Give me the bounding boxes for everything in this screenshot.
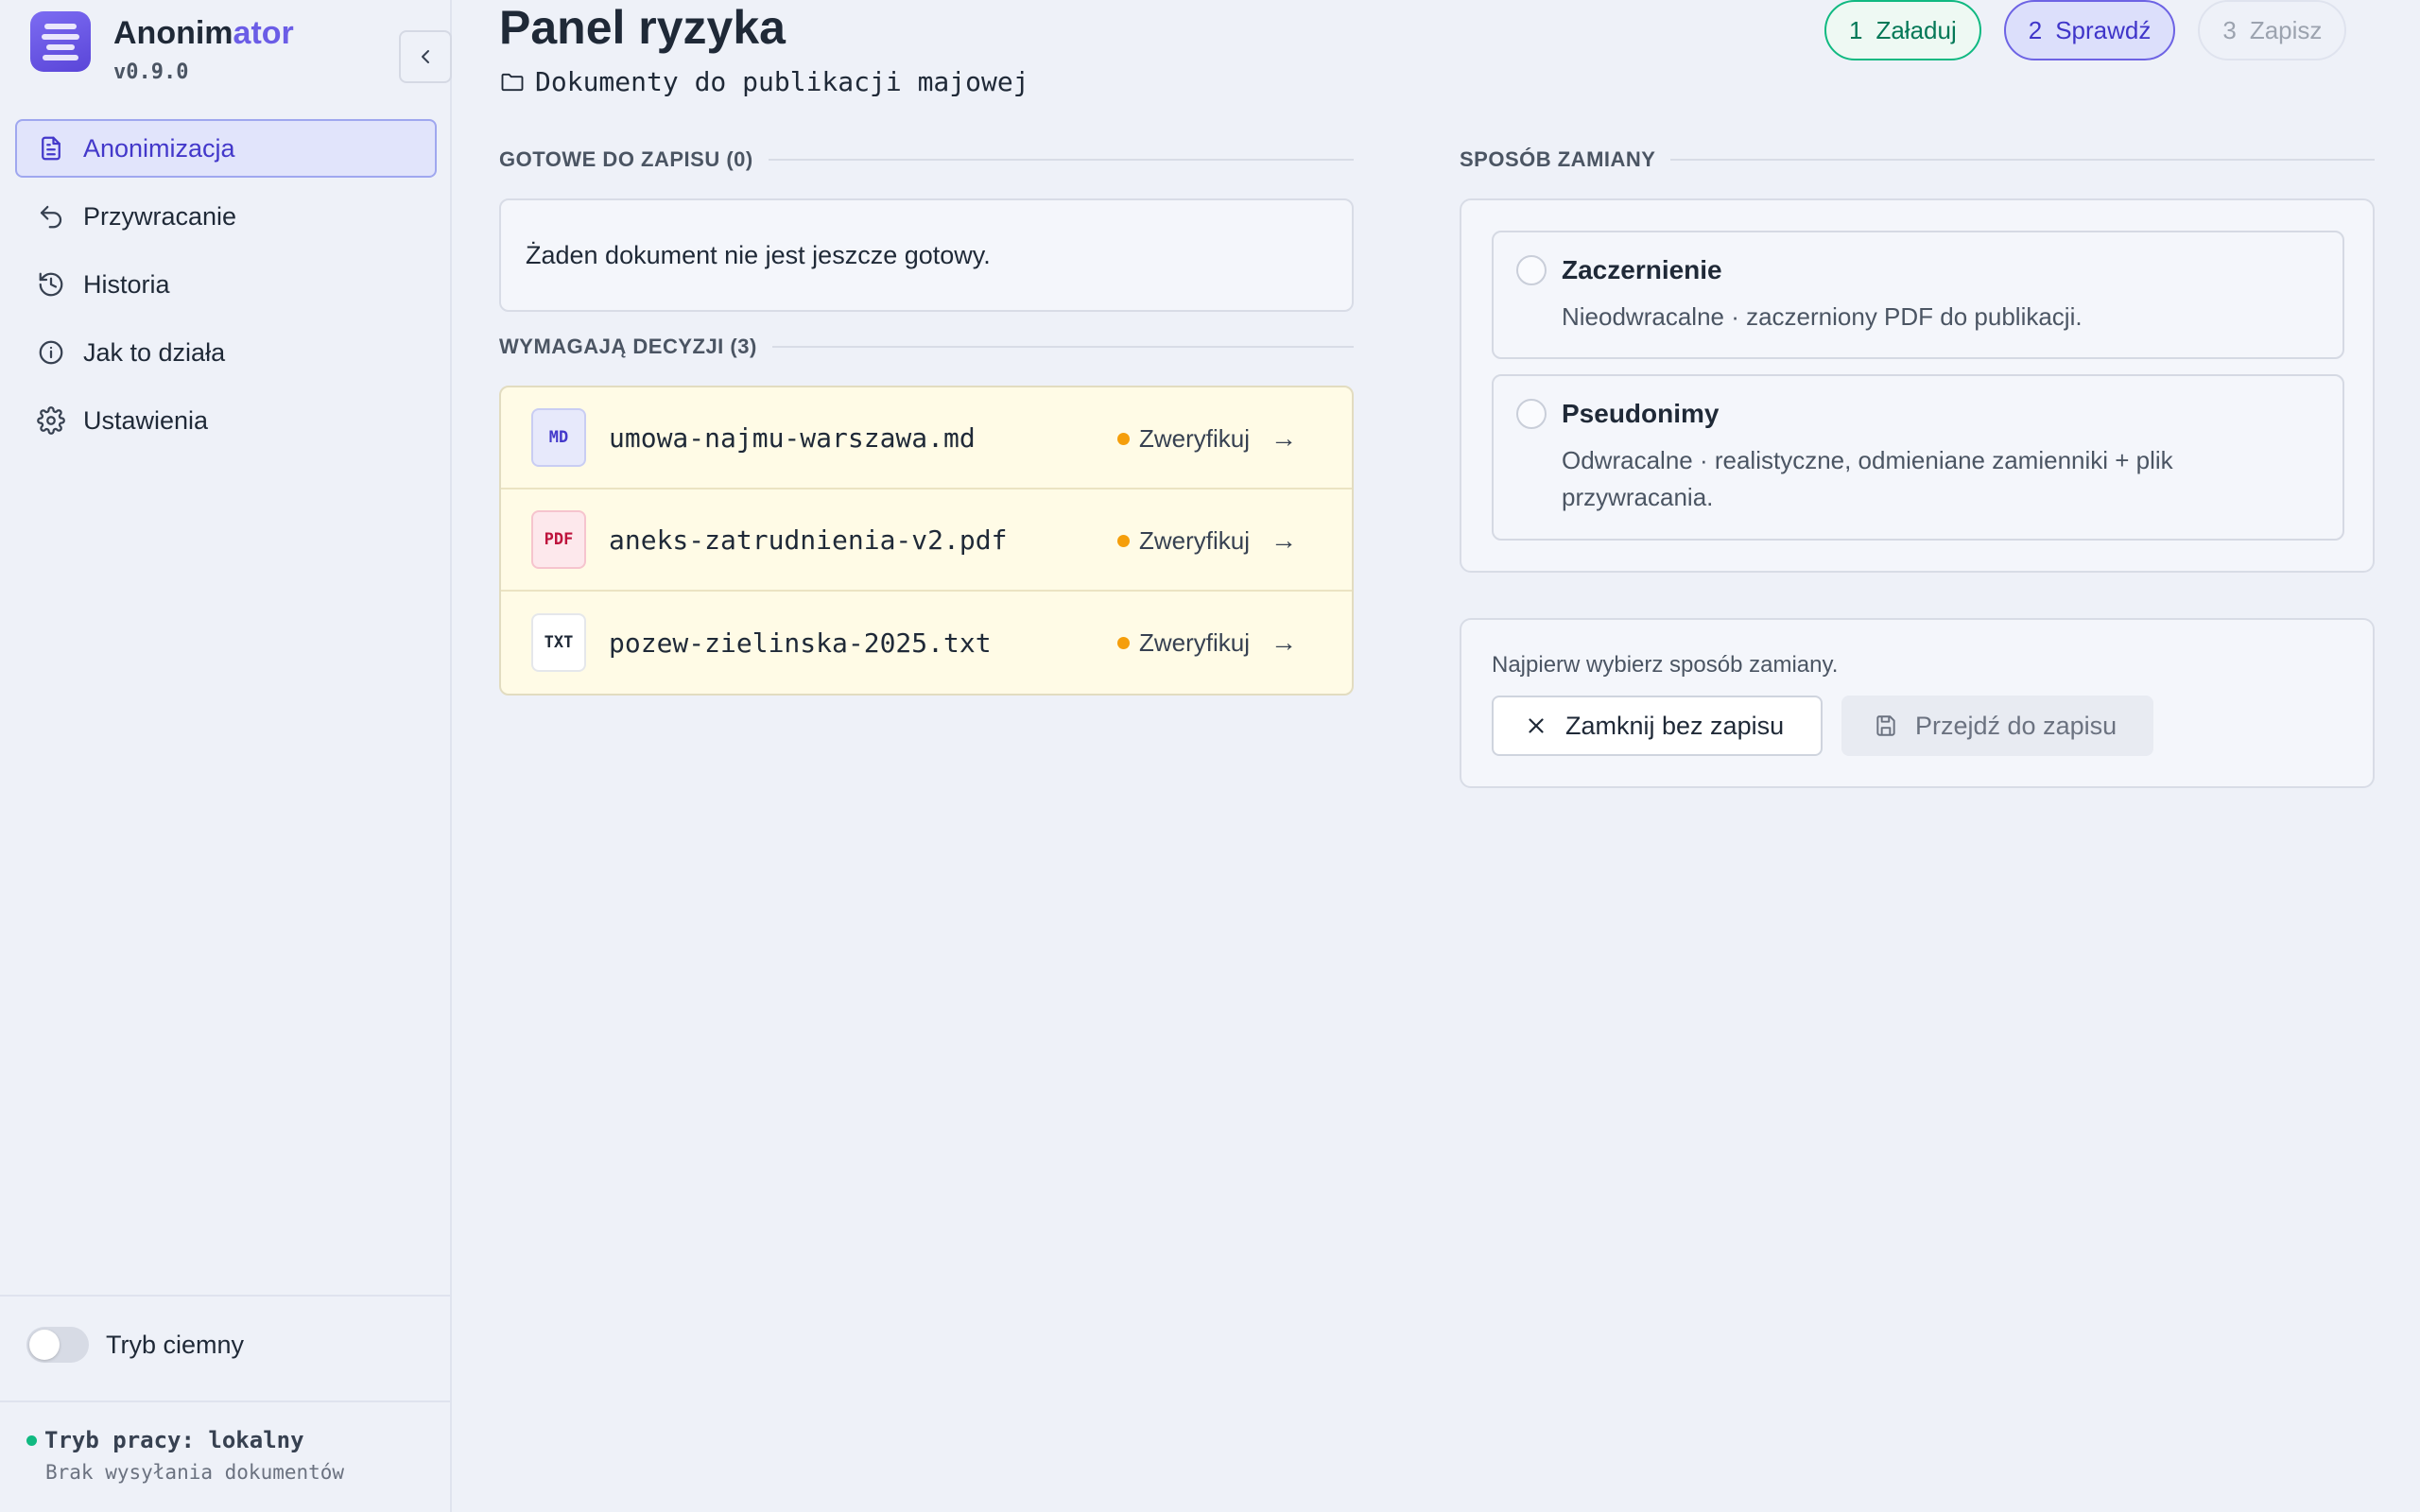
main-nav: Anonimizacja Przywracanie Historia Jak t… bbox=[15, 119, 437, 459]
sidebar-item-label: Przywracanie bbox=[83, 201, 237, 231]
button-label: Zamknij bez zapisu bbox=[1565, 711, 1785, 740]
folder-icon bbox=[501, 73, 524, 91]
info-icon bbox=[36, 337, 66, 368]
status-dot-icon bbox=[26, 1435, 37, 1446]
document-row[interactable]: TXT pozew-zielinska-2025.txt Zweryfikuj … bbox=[501, 592, 1352, 694]
step-save[interactable]: 3 Zapisz bbox=[2198, 0, 2347, 60]
chevron-left-icon bbox=[422, 50, 429, 63]
divider bbox=[0, 1400, 452, 1402]
app-logo-icon bbox=[30, 11, 91, 72]
empty-message: Żaden dokument nie jest jeszcze gotowy. bbox=[526, 240, 991, 269]
ready-empty-state: Żaden dokument nie jest jeszcze gotowy. bbox=[499, 198, 1354, 312]
step-label: Załaduj bbox=[1876, 15, 1957, 44]
pending-heading-label: WYMAGAJĄ DECYZJI (3) bbox=[499, 335, 757, 358]
dark-mode-label: Tryb ciemny bbox=[106, 1330, 245, 1359]
page-title: Panel ryzyka bbox=[499, 1, 786, 54]
warning-dot-icon bbox=[1117, 432, 1130, 445]
stepper: 1 Załaduj 2 Sprawdź 3 Zapisz bbox=[1824, 0, 2347, 60]
document-name: aneks-zatrudnienia-v2.pdf bbox=[609, 524, 1008, 556]
sidebar-item-label: Historia bbox=[83, 269, 170, 299]
step-number: 2 bbox=[2028, 15, 2043, 44]
document-name: umowa-najmu-warszawa.md bbox=[609, 421, 976, 454]
option-title: Pseudonimy bbox=[1562, 399, 1720, 428]
method-section-heading: SPOSÓB ZAMIANY bbox=[1460, 147, 2375, 172]
folder-breadcrumb: Dokumenty do publikacji majowej bbox=[499, 66, 1029, 97]
warning-dot-icon bbox=[1117, 636, 1130, 649]
dark-mode-switch[interactable] bbox=[26, 1327, 89, 1363]
action-hint: Najpierw wybierz sposób zamiany. bbox=[1492, 652, 1839, 678]
replacement-method-panel: Zaczernienie Nieodwracalne · zaczerniony… bbox=[1460, 198, 2375, 573]
step-number: 1 bbox=[1849, 15, 1863, 44]
step-load[interactable]: 1 Załaduj bbox=[1824, 0, 1981, 60]
work-mode-sublabel: Brak wysyłania dokumentów bbox=[45, 1461, 345, 1484]
file-type-badge: MD bbox=[531, 408, 586, 467]
button-label: Przejdź do zapisu bbox=[1915, 711, 2118, 740]
document-icon bbox=[36, 133, 66, 163]
gear-icon bbox=[36, 405, 66, 436]
work-mode-label: Tryb pracy: lokalny bbox=[44, 1427, 304, 1453]
dark-mode-toggle[interactable]: Tryb ciemny bbox=[26, 1327, 244, 1363]
sidebar-item-label: Jak to działa bbox=[83, 337, 226, 367]
arrow-right-icon: → bbox=[1270, 423, 1298, 453]
option-description: Odwracalne · realistyczne, odmieniane za… bbox=[1562, 446, 2173, 511]
sidebar-item-label: Ustawienia bbox=[83, 405, 209, 435]
sidebar-item-how-it-works[interactable]: Jak to działa bbox=[15, 323, 437, 382]
document-name: pozew-zielinska-2025.txt bbox=[609, 627, 992, 659]
verify-label: Zweryfikuj bbox=[1139, 627, 1251, 657]
verify-link[interactable]: Zweryfikuj → bbox=[1117, 592, 1297, 694]
ready-heading-label: GOTOWE DO ZAPISU (0) bbox=[499, 147, 753, 171]
divider bbox=[0, 1295, 452, 1297]
radio-button[interactable] bbox=[1516, 399, 1547, 429]
verify-label: Zweryfikuj bbox=[1139, 423, 1251, 453]
step-check[interactable]: 2 Sprawdź bbox=[2003, 0, 2176, 60]
undo-arrow-icon bbox=[36, 201, 66, 232]
option-title: Zaczernienie bbox=[1562, 255, 1722, 284]
option-redaction[interactable]: Zaczernienie Nieodwracalne · zaczerniony… bbox=[1492, 231, 2344, 359]
step-number: 3 bbox=[2222, 15, 2237, 44]
method-heading-label: SPOSÓB ZAMIANY bbox=[1460, 147, 1656, 171]
go-to-save-button[interactable]: Przejdź do zapisu bbox=[1841, 696, 2153, 756]
sidebar-item-restore[interactable]: Przywracanie bbox=[15, 187, 437, 246]
document-row[interactable]: PDF aneks-zatrudnienia-v2.pdf Zweryfikuj… bbox=[501, 490, 1352, 592]
document-row[interactable]: MD umowa-najmu-warszawa.md Zweryfikuj → bbox=[501, 387, 1352, 490]
radio-button[interactable] bbox=[1516, 255, 1547, 285]
arrow-right-icon: → bbox=[1270, 525, 1298, 555]
history-icon bbox=[36, 269, 66, 300]
sidebar: Anonimator v0.9.0 Anonimizacja Przywraca… bbox=[0, 0, 452, 1512]
close-without-saving-button[interactable]: Zamknij bez zapisu bbox=[1492, 696, 1823, 756]
close-icon bbox=[1529, 718, 1544, 733]
folder-name: Dokumenty do publikacji majowej bbox=[535, 66, 1029, 97]
verify-link[interactable]: Zweryfikuj → bbox=[1117, 490, 1297, 592]
arrow-right-icon: → bbox=[1270, 627, 1298, 657]
sidebar-item-history[interactable]: Historia bbox=[15, 255, 437, 314]
file-type-badge: TXT bbox=[531, 613, 586, 672]
pending-section-heading: WYMAGAJĄ DECYZJI (3) bbox=[499, 335, 1354, 359]
sidebar-item-settings[interactable]: Ustawienia bbox=[15, 391, 437, 450]
step-label: Zapisz bbox=[2249, 15, 2323, 44]
ready-section-heading: GOTOWE DO ZAPISU (0) bbox=[499, 147, 1354, 172]
warning-dot-icon bbox=[1117, 534, 1130, 547]
pending-documents-list: MD umowa-najmu-warszawa.md Zweryfikuj → … bbox=[499, 386, 1354, 696]
file-type-badge: PDF bbox=[531, 510, 586, 569]
verify-label: Zweryfikuj bbox=[1139, 525, 1251, 555]
collapse-sidebar-button[interactable] bbox=[399, 30, 452, 83]
option-pseudonyms[interactable]: Pseudonimy Odwracalne · realistyczne, od… bbox=[1492, 374, 2344, 541]
app-version: v0.9.0 bbox=[113, 60, 189, 84]
work-mode-status: Tryb pracy: lokalny Brak wysyłania dokum… bbox=[26, 1427, 344, 1484]
save-icon bbox=[1876, 715, 1895, 736]
option-description: Nieodwracalne · zaczerniony PDF do publi… bbox=[1562, 302, 2083, 331]
verify-link[interactable]: Zweryfikuj → bbox=[1117, 387, 1297, 490]
sidebar-item-anonymization[interactable]: Anonimizacja bbox=[15, 119, 437, 178]
action-panel: Najpierw wybierz sposób zamiany. Zamknij… bbox=[1460, 618, 2375, 788]
step-label: Sprawdź bbox=[2055, 15, 2152, 44]
brand: Anonimator v0.9.0 bbox=[30, 11, 452, 84]
sidebar-item-label: Anonimizacja bbox=[83, 133, 235, 163]
app-name: Anonimator bbox=[113, 15, 294, 51]
